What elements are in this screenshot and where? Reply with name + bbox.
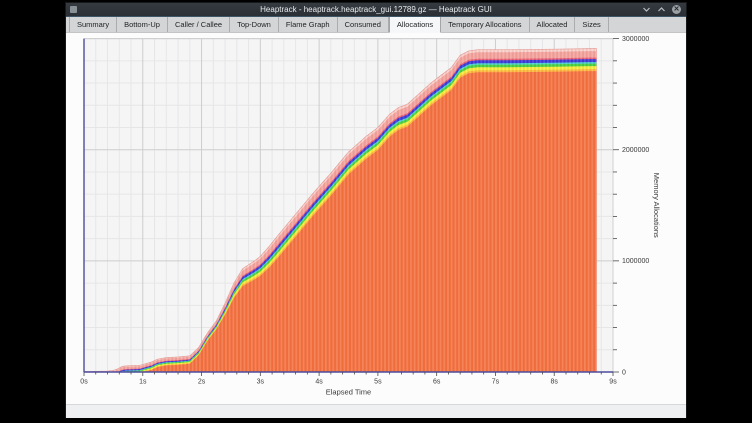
status-bar xyxy=(66,404,686,418)
x-tick-label: 1s xyxy=(139,379,147,386)
tab-summary[interactable]: Summary xyxy=(69,17,117,32)
x-tick-label: 4s xyxy=(315,379,323,386)
chevron-up-icon xyxy=(658,7,665,12)
tab-top-down[interactable]: Top-Down xyxy=(230,17,279,32)
x-tick-label: 3s xyxy=(257,379,265,386)
chevron-down-icon xyxy=(643,7,650,12)
chart-panel: 0s 1s 2s 3s 4s 5s 6s 7s 8s 9s Elapsed Time 0 1000000… xyxy=(66,33,686,404)
x-tick-label: 8s xyxy=(551,379,559,386)
y-tick-label: 0 xyxy=(622,369,626,376)
close-button[interactable]: ✕ xyxy=(671,4,682,15)
x-axis-title: Elapsed Time xyxy=(326,388,371,397)
tab-bar: SummaryBottom-UpCaller / CalleeTop-DownF… xyxy=(66,17,686,33)
tab-sizes[interactable]: Sizes xyxy=(575,17,608,32)
y-tick-label: 2000000 xyxy=(622,147,649,154)
y-tick-label: 3000000 xyxy=(622,36,649,43)
close-icon: ✕ xyxy=(672,5,681,14)
x-tick-label: 2s xyxy=(198,379,206,386)
x-tick-label: 0s xyxy=(80,379,88,386)
x-tick-label: 6s xyxy=(433,379,441,386)
window-title: Heaptrack - heaptrack.heaptrack_gui.1278… xyxy=(66,3,686,16)
minimize-button[interactable] xyxy=(641,4,652,15)
tab-caller-callee[interactable]: Caller / Callee xyxy=(168,17,230,32)
y-tick-label: 1000000 xyxy=(622,258,649,265)
tab-temporary-allocations[interactable]: Temporary Allocations xyxy=(441,17,529,32)
tab-flame-graph[interactable]: Flame Graph xyxy=(279,17,338,32)
x-tick-label: 9s xyxy=(609,379,617,386)
heaptrack-window: Heaptrack - heaptrack.heaptrack_gui.1278… xyxy=(66,3,686,417)
allocations-chart[interactable]: 0s 1s 2s 3s 4s 5s 6s 7s 8s 9s Elapsed Time 0 1000000… xyxy=(66,33,686,404)
maximize-button[interactable] xyxy=(656,4,667,15)
tab-consumed[interactable]: Consumed xyxy=(338,17,389,32)
tab-allocated[interactable]: Allocated xyxy=(530,17,576,32)
tab-bottom-up[interactable]: Bottom-Up xyxy=(117,17,168,32)
x-tick-label: 5s xyxy=(374,379,382,386)
tab-allocations[interactable]: Allocations xyxy=(389,17,441,33)
x-tick-label: 7s xyxy=(492,379,500,386)
title-bar[interactable]: Heaptrack - heaptrack.heaptrack_gui.1278… xyxy=(66,3,686,16)
y-axis-title: Memory Allocations xyxy=(652,173,661,238)
